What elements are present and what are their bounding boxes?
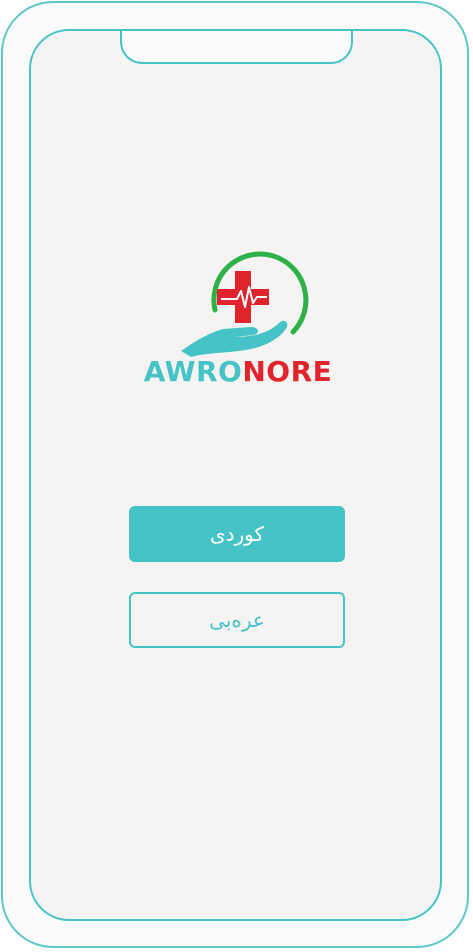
- phone-notch: [120, 31, 353, 64]
- app-logo: AWRONORE: [143, 247, 333, 389]
- logo-text-nore: NORE: [242, 355, 333, 388]
- arabic-language-label: عرەبی: [209, 608, 265, 632]
- logo-text-awro: AWRO: [143, 355, 243, 388]
- kurdish-language-button[interactable]: کوردی: [129, 506, 345, 562]
- logo-wordmark: AWRONORE: [143, 355, 333, 389]
- arabic-language-button[interactable]: عرەبی: [129, 592, 345, 648]
- logo-emblem-icon: [181, 251, 309, 357]
- kurdish-language-label: کوردی: [209, 522, 265, 546]
- app-screen: AWRONORE کوردی عرەبی: [29, 29, 442, 921]
